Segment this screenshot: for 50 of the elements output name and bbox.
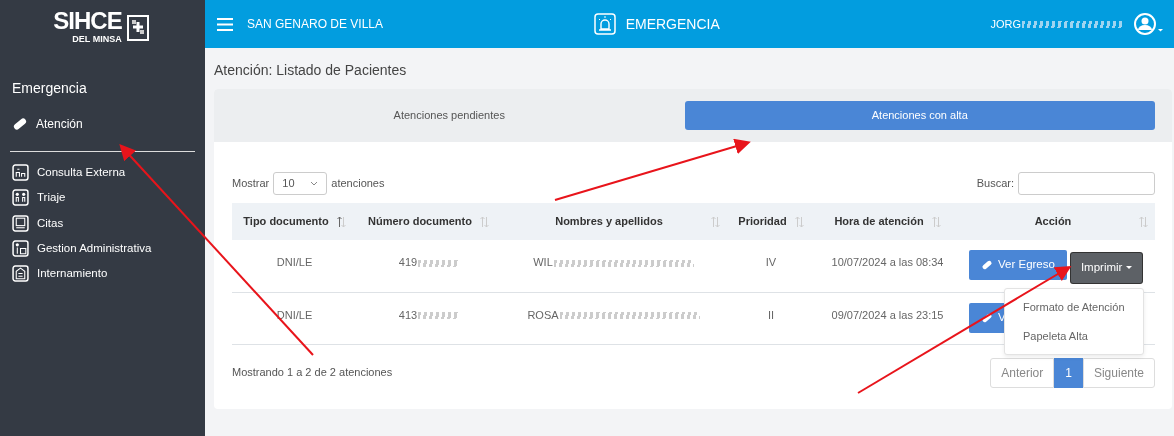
user-name: JORG [990,15,1122,33]
menu-icon[interactable] [217,17,233,31]
page-button[interactable]: Siguiente [1082,357,1155,388]
table-cell: II [767,308,775,321]
qr-icon [125,12,152,44]
page-button[interactable]: 1 [1054,357,1083,388]
page-button[interactable]: Anterior [990,357,1055,388]
clinic-icon [12,164,29,182]
length-select[interactable]: 10 [273,172,328,195]
chevron-icon [310,181,319,186]
table-cell: IV [765,256,777,268]
building-icon [12,265,29,283]
search-label: Buscar: [976,176,1014,192]
table-cell: 09/07/2024 a las 23:15 [831,308,944,321]
logo-title: SIHCE [53,9,122,34]
module-title: EMERGENCIA [625,14,720,34]
location-name: SAN GENARO DE VILLA [247,16,384,33]
length-label: atenciones [331,176,385,192]
column-header[interactable]: Acción [1034,213,1072,230]
table-cell: 419 [398,256,459,268]
sort-icon[interactable] [336,215,346,228]
person-desk-icon [12,239,29,257]
section-title: Emergencia [11,79,88,98]
table-info: Mostrando 1 a 2 de 2 atenciones [232,365,393,381]
sidebar-item[interactable]: Citas [0,210,205,236]
view-button[interactable]: Ver Egreso [969,250,1067,280]
sidebar-item[interactable]: Internamiento [0,261,205,287]
table-cell: WIL [533,256,694,268]
monitor-icon [12,214,29,232]
table-cell: ROSA [527,308,700,321]
table-cell: DNI/LE [276,308,313,321]
sidebar-item[interactable]: Gestion Administrativa [0,235,205,261]
length-label: Mostrar [232,176,270,192]
caret-icon [1126,265,1133,270]
bandage-icon [981,259,993,271]
search-field[interactable] [1018,172,1155,195]
table-cell: DNI/LE [276,256,313,268]
user-avatar-icon[interactable] [1134,13,1164,35]
table-cell: 413 [398,308,459,321]
table-cell: 10/07/2024 a las 08:34 [831,256,944,268]
people-icon [12,189,29,207]
tab[interactable]: Atenciones con alta [684,101,1155,130]
sidebar-item[interactable]: Atención [0,107,205,141]
logo-subtitle: DEL MINSA [71,33,122,47]
sidebar-item[interactable]: Triaje [0,185,205,211]
sidebar-item[interactable]: Consulta Externa [0,160,205,186]
tab[interactable]: Atenciones pendientes [214,101,685,130]
print-button[interactable]: Imprimir [1070,252,1143,283]
page-title: Atención: Listado de Pacientes [213,61,408,80]
siren-icon [593,13,616,35]
